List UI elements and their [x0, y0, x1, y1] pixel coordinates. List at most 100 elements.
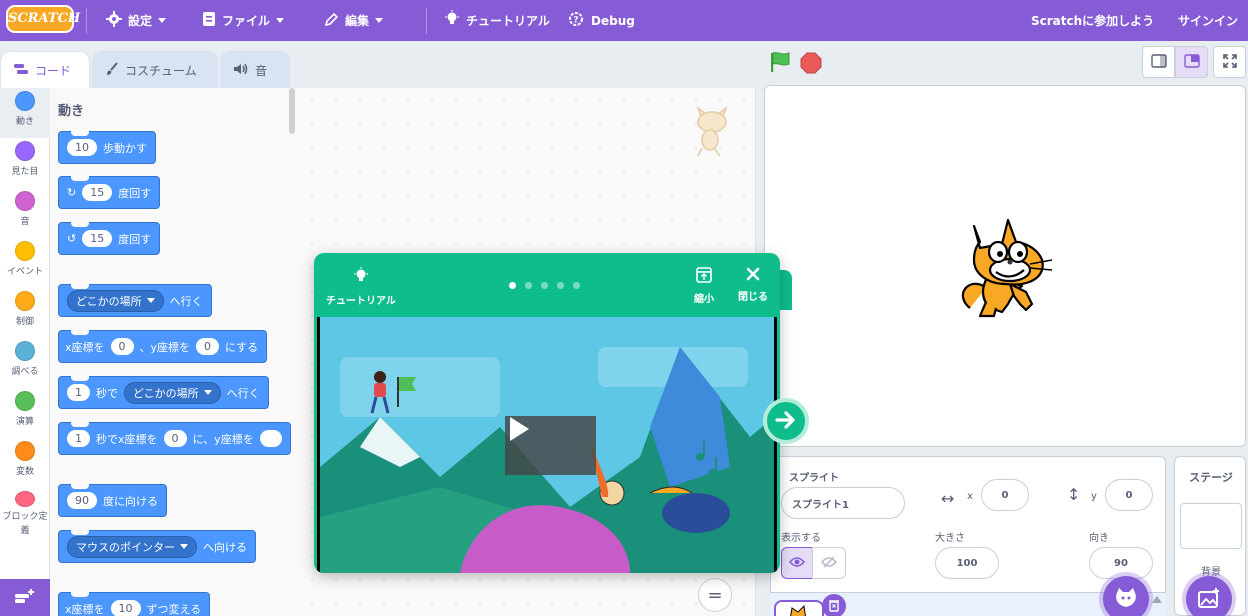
edit-menu[interactable]: 編集: [324, 0, 384, 41]
lightbulb-icon: [353, 267, 369, 288]
shrink-icon: [696, 267, 712, 286]
y-value: 0: [1125, 489, 1133, 501]
shrink-button[interactable]: 縮小: [694, 267, 714, 305]
step-dot[interactable]: [541, 282, 548, 289]
svg-text:?: ?: [573, 16, 578, 26]
category-control[interactable]: 制御: [0, 288, 50, 338]
size-input[interactable]: 100: [935, 547, 999, 579]
x-position-input[interactable]: 0: [981, 479, 1029, 511]
block-input[interactable]: 0: [163, 430, 187, 447]
sprite-name-input[interactable]: スプライト1: [781, 487, 905, 519]
chevron-down-icon: [180, 544, 188, 549]
move-steps-block[interactable]: 10 歩動かす: [58, 131, 156, 164]
tab-code[interactable]: コード: [0, 51, 90, 88]
green-flag-button[interactable]: [768, 50, 792, 74]
tutorial-video[interactable]: [317, 317, 777, 573]
arrow-right-icon: [775, 410, 797, 432]
category-operators[interactable]: 演算: [0, 388, 50, 438]
tab-sounds[interactable]: 音: [220, 51, 290, 88]
palette-scrollbar[interactable]: [289, 88, 295, 134]
block-input[interactable]: 1: [67, 430, 90, 447]
block-dropdown[interactable]: マウスのポインター: [67, 535, 197, 558]
tutorial-title-label: チュートリアル: [326, 296, 396, 307]
category-variables[interactable]: 変数: [0, 438, 50, 488]
tutorials-label: チュートリアル: [466, 14, 550, 28]
stage-pane-title: ステージ: [1189, 471, 1233, 484]
block-dropdown[interactable]: どこかの場所: [124, 381, 221, 404]
sign-in-link[interactable]: サインイン: [1178, 0, 1238, 41]
point-direction-block[interactable]: 90 度に向ける: [58, 484, 167, 517]
category-sound[interactable]: 音: [0, 188, 50, 238]
menu-bar: SCRATCH 設定 ファイル 編集 チュートリアル ? Debug Scrat…: [0, 0, 1248, 41]
signin-label: サインイン: [1178, 14, 1239, 28]
step-dot[interactable]: [509, 282, 516, 289]
next-step-button[interactable]: [763, 398, 809, 444]
goto-block[interactable]: どこかの場所 へ行く: [58, 284, 212, 317]
goto-xy-block[interactable]: x座標を 0 、y座標を 0 にする: [58, 330, 268, 363]
scroll-up-arrow-icon[interactable]: [1152, 596, 1162, 603]
tutorials-button[interactable]: チュートリアル: [444, 0, 550, 41]
debug-button[interactable]: ? Debug: [567, 0, 635, 41]
block-input[interactable]: 0: [110, 338, 134, 355]
tab-costumes[interactable]: コスチューム: [92, 51, 218, 88]
debug-gear-icon: ?: [567, 10, 585, 31]
small-stage-button[interactable]: [1142, 46, 1175, 78]
block-input[interactable]: 90: [67, 492, 97, 509]
step-dot[interactable]: [573, 282, 580, 289]
x-label: x: [967, 491, 973, 502]
category-motion[interactable]: 動き: [0, 88, 50, 138]
cat-add-icon: [1114, 587, 1138, 612]
category-events[interactable]: イベント: [0, 238, 50, 288]
settings-menu[interactable]: 設定: [106, 0, 167, 41]
fullscreen-button[interactable]: [1213, 46, 1246, 78]
dropdown-value: どこかの場所: [133, 386, 199, 400]
menu-divider: [426, 8, 427, 34]
y-position-input[interactable]: 0: [1105, 479, 1153, 511]
file-icon: [202, 11, 216, 30]
category-sensing[interactable]: 調べる: [0, 338, 50, 388]
block-input[interactable]: 10: [67, 139, 97, 156]
large-stage-button[interactable]: [1175, 46, 1208, 78]
direction-input[interactable]: 90: [1089, 547, 1153, 579]
tab-costumes-label: コスチューム: [125, 63, 197, 78]
glide-to-block[interactable]: 1 秒で どこかの場所 へ行く: [58, 376, 269, 409]
cat-sprite-icon[interactable]: [952, 212, 1056, 320]
stop-button[interactable]: [800, 52, 822, 74]
block-input[interactable]: 10: [110, 600, 141, 616]
sprite-thumbnail[interactable]: [774, 600, 824, 616]
category-dot: [15, 391, 35, 411]
block-text: 度に向ける: [103, 494, 158, 508]
scratch-logo[interactable]: SCRATCH: [6, 5, 80, 33]
add-extension-button[interactable]: [0, 579, 50, 616]
show-sprite-button[interactable]: [781, 547, 813, 579]
block-input[interactable]: [259, 430, 282, 447]
block-input[interactable]: 1: [67, 384, 90, 401]
change-x-block[interactable]: x座標を 10 ずつ変える: [58, 592, 211, 616]
turn-right-block[interactable]: ↻ 15 度回す: [58, 176, 161, 209]
add-sprite-button[interactable]: [1103, 576, 1149, 616]
zoom-reset-button[interactable]: =: [698, 578, 732, 612]
block-notch: [71, 484, 89, 489]
glide-xy-block[interactable]: 1 秒でx座標を 0 に、y座標を: [58, 422, 291, 455]
category-my-blocks[interactable]: ブロック定義: [0, 488, 50, 538]
play-video-button[interactable]: [505, 416, 596, 475]
hide-sprite-button[interactable]: [812, 547, 846, 579]
join-scratch-link[interactable]: Scratchに参加しよう: [1031, 0, 1154, 41]
block-input[interactable]: 15: [82, 230, 113, 247]
point-towards-block[interactable]: マウスのポインター へ向ける: [58, 530, 256, 563]
category-dot: [15, 341, 35, 361]
turn-left-block[interactable]: ↺ 15 度回す: [58, 222, 161, 255]
file-menu[interactable]: ファイル: [202, 0, 285, 41]
step-dot[interactable]: [525, 282, 532, 289]
category-looks[interactable]: 見た目: [0, 138, 50, 188]
close-tutorial-button[interactable]: 閉じる: [738, 267, 768, 303]
block-input[interactable]: 0: [196, 338, 220, 355]
block-dropdown[interactable]: どこかの場所: [67, 289, 164, 312]
block-input[interactable]: 15: [82, 184, 113, 201]
size-value: 100: [956, 557, 978, 569]
delete-sprite-button[interactable]: [822, 594, 846, 616]
add-backdrop-button[interactable]: [1186, 576, 1232, 616]
step-dot[interactable]: [557, 282, 564, 289]
stage-thumbnail[interactable]: [1180, 503, 1242, 549]
eye-icon: [789, 556, 805, 571]
